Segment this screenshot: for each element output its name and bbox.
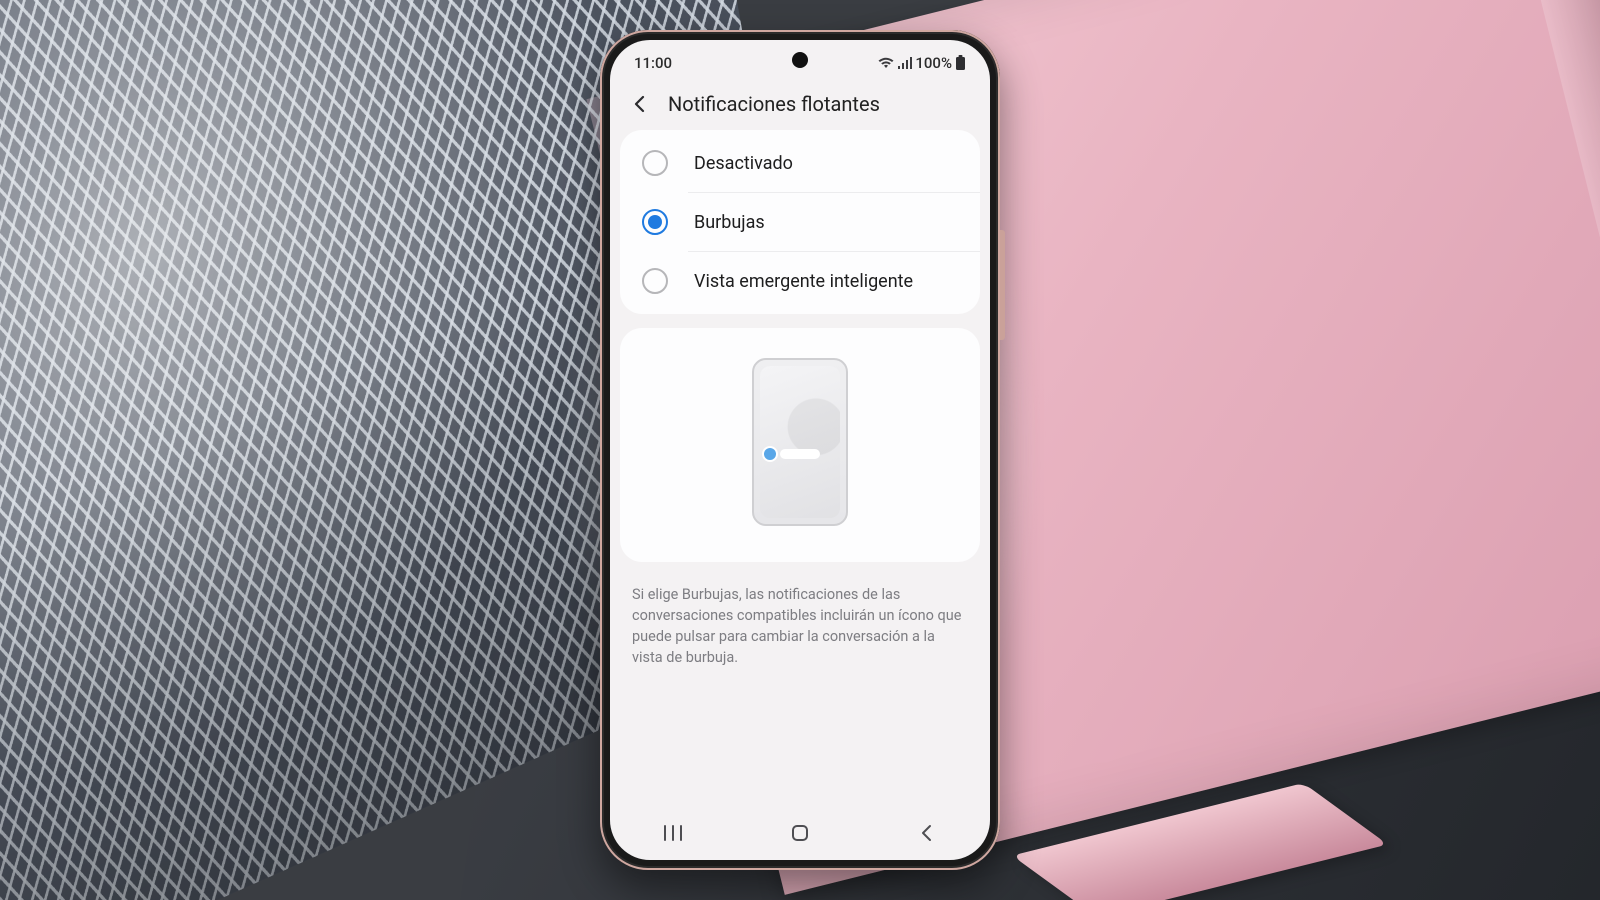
signal-icon bbox=[897, 57, 912, 69]
phone-screen: 11:00 100% bbox=[610, 40, 990, 860]
preview-bubble bbox=[764, 448, 820, 460]
option-smart-popup[interactable]: Vista emergente inteligente bbox=[620, 252, 980, 310]
option-off[interactable]: Desactivado bbox=[620, 134, 980, 192]
radio-off[interactable] bbox=[642, 150, 668, 176]
system-nav-bar bbox=[610, 806, 990, 860]
phone-mockup: 11:00 100% bbox=[600, 30, 1000, 870]
recents-icon bbox=[662, 824, 684, 842]
phone-side-button bbox=[1000, 230, 1005, 340]
radio-smart-popup[interactable] bbox=[642, 268, 668, 294]
options-panel: Desactivado Burbujas Vista emergente int… bbox=[620, 130, 980, 314]
wifi-icon bbox=[878, 57, 894, 69]
nav-back-button[interactable] bbox=[887, 824, 967, 842]
page-title: Notificaciones flotantes bbox=[668, 92, 880, 116]
preview-wallpaper bbox=[760, 366, 840, 518]
home-icon bbox=[790, 823, 810, 843]
battery-icon bbox=[955, 55, 966, 71]
battery-text: 100% bbox=[915, 54, 952, 72]
option-description: Si elige Burbujas, las notificaciones de… bbox=[610, 562, 990, 668]
radio-bubbles[interactable] bbox=[642, 209, 668, 235]
desktop-background: 11:00 100% bbox=[0, 0, 1600, 900]
preview-mini-phone bbox=[752, 358, 848, 526]
option-bubbles[interactable]: Burbujas bbox=[620, 193, 980, 251]
option-off-label: Desactivado bbox=[694, 153, 793, 174]
option-smart-popup-label: Vista emergente inteligente bbox=[694, 271, 913, 292]
back-button[interactable] bbox=[628, 92, 652, 116]
nav-home-button[interactable] bbox=[760, 823, 840, 843]
status-clock: 11:00 bbox=[634, 54, 672, 72]
chevron-left-icon bbox=[630, 94, 650, 114]
nav-recents-button[interactable] bbox=[633, 824, 713, 842]
preview-card bbox=[620, 328, 980, 562]
punch-hole-camera bbox=[792, 52, 808, 68]
bubble-avatar-icon bbox=[764, 448, 776, 460]
option-bubbles-label: Burbujas bbox=[694, 212, 765, 233]
app-header: Notificaciones flotantes bbox=[610, 82, 990, 130]
back-icon bbox=[918, 824, 936, 842]
bubble-message-icon bbox=[780, 449, 820, 459]
